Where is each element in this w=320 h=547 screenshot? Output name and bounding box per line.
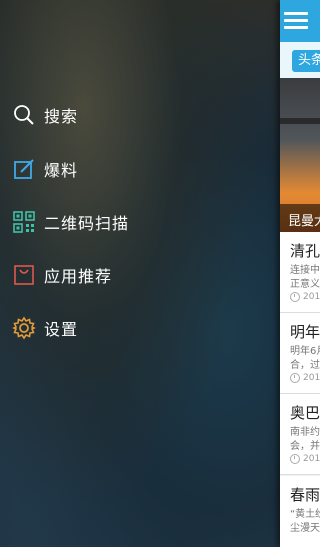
news-title: 明年首 [290, 323, 320, 341]
news-summary: “黄土纷 尘漫天 [290, 509, 320, 534]
menu-item-settings[interactable]: 设置 [12, 313, 78, 343]
hero-caption: 昆曼大 [288, 214, 320, 229]
news-time: 2013 [303, 373, 320, 383]
hero-image[interactable]: 昆曼大 [280, 78, 320, 232]
news-item[interactable]: 奥巴马 南非约翰 会，并发 2013 [280, 394, 320, 475]
news-summary: 连接中国 正意义上 [290, 265, 320, 290]
news-title: 奥巴马 [290, 404, 320, 422]
tab-headline[interactable]: 头条 [292, 50, 320, 72]
top-bar [280, 0, 320, 42]
clock-icon [290, 373, 300, 383]
menu-item-label: 二维码扫描 [44, 214, 130, 233]
menu-icon[interactable] [284, 12, 308, 30]
news-summary: 南非约翰 会，并发 [290, 427, 320, 452]
menu-item-report[interactable]: 爆料 [12, 154, 78, 184]
qrcode-icon [12, 210, 36, 234]
news-title: 清孔一 [290, 242, 320, 260]
news-meta: 2013 [290, 454, 320, 464]
news-summary: 明年6月 合，过去 [290, 346, 320, 371]
news-item[interactable]: 清孔一 连接中国 正意义上 2013 [280, 232, 320, 313]
menu-item-qrcode[interactable]: 二维码扫描 [12, 207, 129, 237]
news-item[interactable]: 明年首 明年6月 合，过去 2013 [280, 313, 320, 394]
hero-caption-bar: 昆曼大 [280, 204, 320, 232]
menu-item-app-recommend[interactable]: 应用推荐 [12, 260, 112, 290]
shopping-bag-icon [12, 263, 36, 287]
news-time: 2013 [303, 292, 320, 302]
navigation-drawer: 搜索 爆料 二维码扫描 应用推荐 设置 [0, 0, 280, 547]
news-meta: 2013 [290, 292, 320, 302]
menu-item-label: 爆料 [44, 161, 79, 180]
news-title: 春雨路 [290, 486, 320, 504]
edit-icon [12, 157, 36, 181]
menu-item-search[interactable]: 搜索 [12, 100, 78, 130]
clock-icon [290, 292, 300, 302]
search-icon [12, 103, 36, 127]
gear-icon [12, 316, 36, 340]
news-time: 2013 [303, 454, 320, 464]
menu-item-label: 应用推荐 [44, 267, 113, 286]
menu-item-label: 搜索 [44, 107, 79, 126]
clock-icon [290, 454, 300, 464]
news-meta: 2013 [290, 373, 320, 383]
bridge-shape [280, 118, 320, 124]
news-item[interactable]: 春雨路 “黄土纷 尘漫天 [280, 476, 320, 547]
main-content-panel[interactable]: 头条 昆曼大 清孔一 连接中国 正意义上 2013 明年首 明年6月 合，过去 … [280, 0, 320, 547]
category-tabs: 头条 [280, 42, 320, 78]
menu-item-label: 设置 [44, 320, 79, 339]
